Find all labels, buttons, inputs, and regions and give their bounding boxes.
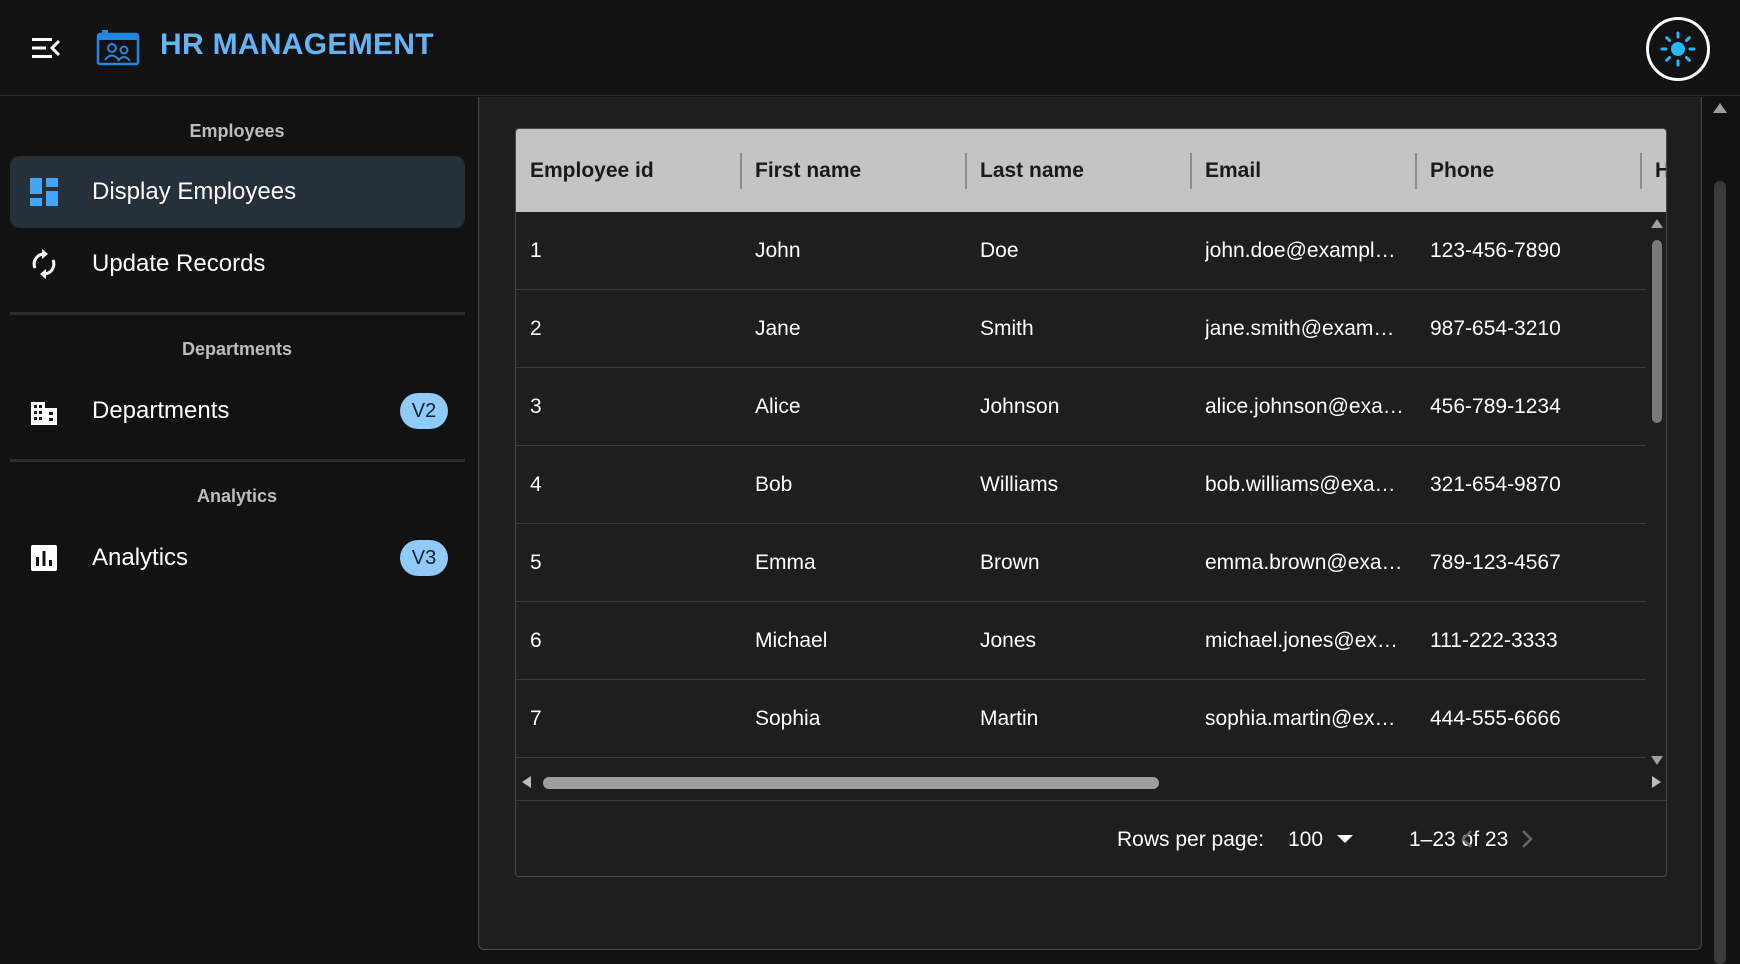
cell-first-name: John (755, 239, 801, 262)
column-separator[interactable] (1190, 153, 1192, 189)
sidebar-item-departments[interactable]: Departments V2 (10, 375, 465, 447)
sync-icon (28, 248, 60, 280)
section-title-departments: Departments (181, 339, 293, 359)
sidebar-item-label: Departments (92, 397, 230, 424)
column-header-phone[interactable]: Phone (1430, 129, 1494, 212)
cell-last-name: Smith (980, 317, 1034, 340)
version-badge: V2 (400, 393, 448, 429)
cell-last-name: Martin (980, 707, 1039, 730)
cell-email: john.doe@exampl… (1205, 239, 1396, 262)
building-icon (28, 395, 60, 427)
caret-down-icon (1337, 835, 1354, 843)
horizontal-scrollbar-thumb[interactable] (543, 777, 1159, 789)
column-separator[interactable] (965, 153, 967, 189)
cell-email: alice.johnson@exa… (1205, 395, 1401, 418)
cell-email: jane.smith@exam… (1205, 317, 1395, 340)
table-vertical-scrollbar[interactable] (1647, 212, 1666, 772)
app-title: HR MANAGEMENT (160, 28, 434, 61)
rows-per-page-value: 100 (1288, 828, 1324, 851)
section-title-employees: Employees (189, 121, 285, 141)
table-row[interactable]: 5 Emma Brown emma.brown@exa… 789-123-4567 (516, 524, 1646, 602)
column-separator[interactable] (1640, 153, 1642, 189)
column-header-employee-id[interactable]: Employee id (530, 129, 654, 212)
chevron-left-icon (1461, 830, 1472, 848)
page-scrollbar-thumb[interactable] (1714, 181, 1726, 964)
bar-chart-icon (28, 542, 60, 574)
cell-email: michael.jones@ex… (1205, 629, 1398, 652)
employees-data-grid: Employee id First name Last name Email P… (515, 128, 1667, 877)
cell-email: emma.brown@exa… (1205, 551, 1401, 574)
table-horizontal-scrollbar[interactable] (516, 772, 1666, 792)
cell-first-name: Jane (755, 317, 801, 340)
cell-phone: 789-123-4567 (1430, 551, 1561, 574)
cell-first-name: Michael (755, 629, 828, 652)
employee-badge-icon (96, 28, 140, 68)
cell-last-name: Johnson (980, 395, 1060, 418)
table-pagination: Rows per page: 100 1–23 of 23 (516, 800, 1666, 876)
cell-employee-id: 4 (530, 473, 542, 496)
table-row[interactable]: 2 Jane Smith jane.smith@exam… 987-654-3210 (516, 290, 1646, 368)
sidebar-item-analytics[interactable]: Analytics V3 (10, 522, 465, 594)
previous-page-button[interactable] (1447, 819, 1487, 859)
cell-employee-id: 6 (530, 629, 542, 652)
column-header-truncated[interactable]: H (1655, 129, 1666, 212)
divider (10, 459, 465, 462)
cell-employee-id: 2 (530, 317, 542, 340)
cell-last-name: Doe (980, 239, 1019, 262)
next-page-button[interactable] (1507, 819, 1547, 859)
column-separator[interactable] (740, 153, 742, 189)
cell-last-name: Williams (980, 473, 1059, 496)
cell-phone: 987-654-3210 (1430, 317, 1561, 340)
sidebar-item-label: Update Records (92, 250, 266, 277)
table-header: Employee id First name Last name Email P… (516, 129, 1666, 212)
cell-phone: 456-789-1234 (1430, 395, 1561, 418)
table-row[interactable]: 1 John Doe john.doe@exampl… 123-456-7890 (516, 212, 1646, 290)
cell-email: bob.williams@exa… (1205, 473, 1396, 496)
cell-email: sophia.martin@ex… (1205, 707, 1396, 730)
cell-first-name: Alice (755, 395, 801, 418)
page-scrollbar[interactable] (1706, 97, 1740, 964)
table-row[interactable]: 6 Michael Jones michael.jones@ex… 111-222-33… (516, 602, 1646, 680)
section-title-analytics: Analytics (196, 486, 278, 506)
dashboard-icon (28, 176, 60, 208)
cell-first-name: Sophia (755, 707, 821, 730)
cell-employee-id: 1 (530, 239, 542, 262)
divider (10, 312, 465, 315)
sidebar-item-display-employees[interactable]: Display Employees (10, 156, 465, 228)
theme-toggle-button[interactable] (1646, 17, 1710, 81)
cell-employee-id: 5 (530, 551, 542, 574)
sidebar: Employees Display Employees Update Recor… (0, 97, 478, 964)
table-row[interactable]: 4 Bob Williams bob.williams@exa… 321-654-987… (516, 446, 1646, 524)
cell-first-name: Emma (755, 551, 816, 574)
cell-phone: 123-456-7890 (1430, 239, 1561, 262)
chevron-right-icon (1522, 830, 1533, 848)
vertical-scrollbar-thumb[interactable] (1652, 240, 1662, 423)
cell-last-name: Brown (980, 551, 1040, 574)
rows-per-page-select[interactable]: 100 (1288, 823, 1368, 857)
sun-icon (1660, 31, 1696, 67)
column-separator[interactable] (1415, 153, 1417, 189)
cell-first-name: Bob (755, 473, 793, 496)
version-badge: V3 (400, 540, 448, 576)
table-row[interactable]: 3 Alice Johnson alice.johnson@exa… 456-789-1… (516, 368, 1646, 446)
column-header-email[interactable]: Email (1205, 129, 1261, 212)
cell-employee-id: 7 (530, 707, 542, 730)
cell-phone: 111-222-3333 (1430, 629, 1558, 652)
column-header-last-name[interactable]: Last name (980, 129, 1084, 212)
sidebar-item-label: Analytics (92, 544, 189, 571)
cell-phone: 321-654-9870 (1430, 473, 1561, 496)
cell-last-name: Jones (980, 629, 1037, 652)
rows-per-page-label: Rows per page: (1117, 828, 1265, 851)
sidebar-item-update-records[interactable]: Update Records (10, 228, 465, 300)
table-row[interactable]: 7 Sophia Martin sophia.martin@ex… 444-555-66… (516, 680, 1646, 758)
app-bar: HR MANAGEMENT (0, 0, 1740, 96)
menu-collapse-icon[interactable] (28, 34, 62, 62)
cell-phone: 444-555-6666 (1430, 707, 1561, 730)
cell-employee-id: 3 (530, 395, 542, 418)
column-header-first-name[interactable]: First name (755, 129, 861, 212)
sidebar-item-label: Display Employees (92, 178, 297, 205)
table-body: 1 John Doe john.doe@exampl… 123-456-7890 2 Jan… (516, 212, 1646, 759)
